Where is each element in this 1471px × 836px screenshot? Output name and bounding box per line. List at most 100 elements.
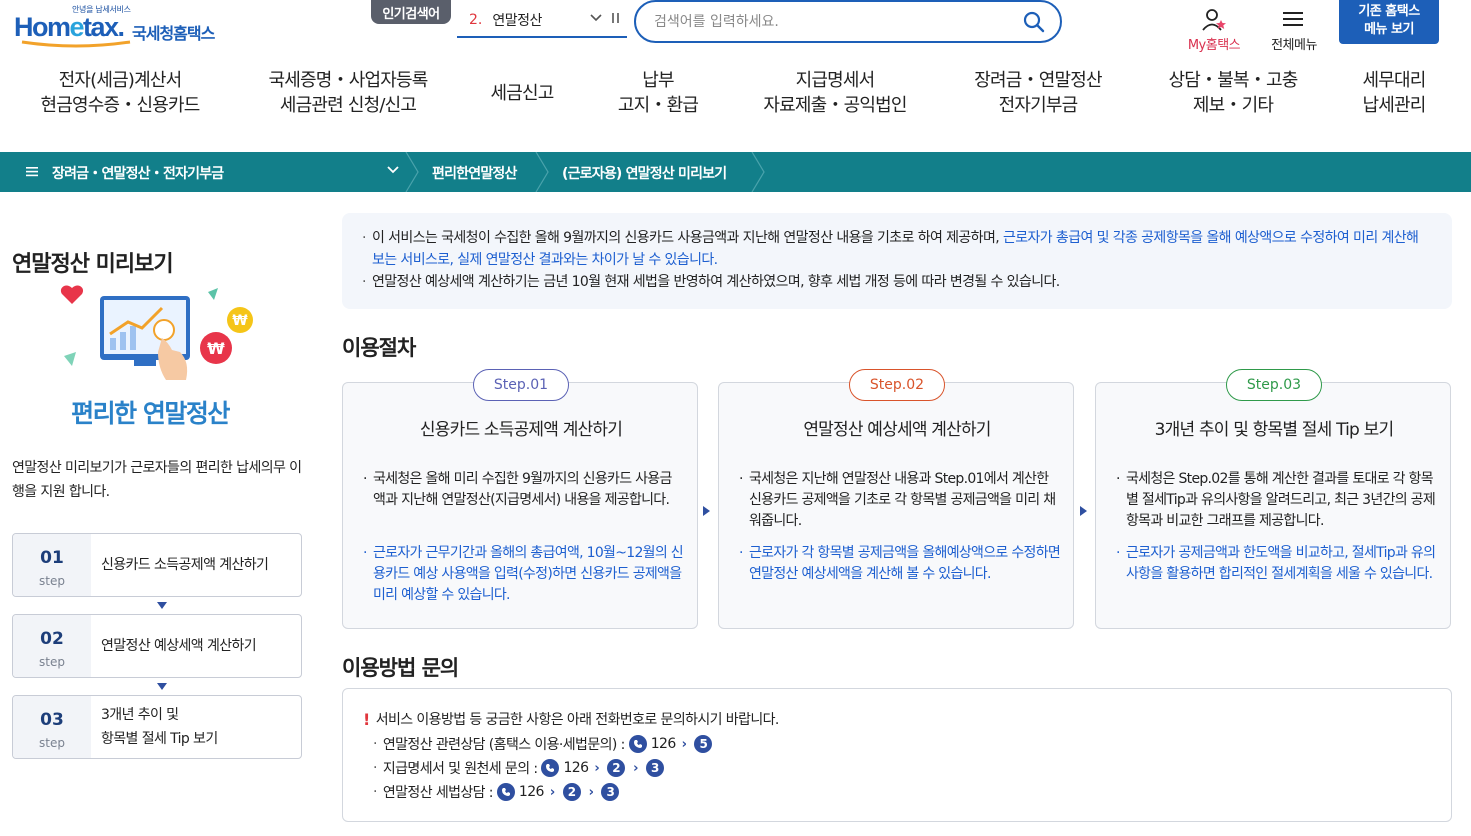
- process-card-note: 근로자가 근무기간과 올해의 총급여액, 10월~12월의 신용카드 예상 사용…: [363, 543, 685, 606]
- process-card-title: 신용카드 소득공제액 계산하기: [419, 420, 623, 440]
- chevron-down-icon[interactable]: [589, 10, 603, 28]
- gnb-item-tax-agent[interactable]: 세무대리 납세관리: [1346, 68, 1442, 118]
- breadcrumb-level3[interactable]: (근로자용) 연말정산 미리보기: [562, 163, 727, 183]
- process-card-desc: 국세청은 올해 미리 수집한 9월까지의 신용카드 사용금액과 지난해 연말정산…: [363, 469, 683, 511]
- contact-row: · 연말정산 관련상담 (홈택스 이용·세법문의) : 126 › 5: [373, 733, 714, 755]
- contact-head: ! 서비스 이용방법 등 궁금한 사항은 아래 전화번호로 문의하시기 바랍니다…: [363, 709, 779, 729]
- chevron-right-icon: ›: [633, 760, 638, 776]
- phone-number[interactable]: 126: [651, 736, 677, 752]
- gnb-item-statements[interactable]: 지급명세서 자료제출・공익법인: [750, 68, 920, 118]
- search-box: [634, 0, 1062, 43]
- process-card-desc: 국세청은 지난해 연말정산 내용과 Step.01에서 계산한 신용카드 공제액…: [739, 469, 1059, 532]
- notice-line-2: 연말정산 예상세액 계산하기는 금년 10월 현재 세법을 반영하여 계산하였으…: [362, 271, 1432, 293]
- pause-icon[interactable]: [611, 12, 621, 27]
- chevron-right-icon: ›: [549, 784, 555, 800]
- search-input[interactable]: [654, 10, 1014, 34]
- hero-caption: 편리한 연말정산: [71, 399, 230, 428]
- step-sub-label: step: [39, 736, 65, 750]
- step-number: 02: [40, 629, 64, 649]
- my-hometax-button[interactable]: My홈택스: [1182, 8, 1246, 53]
- legacy-menu-line1: 기존 홈택스: [1358, 4, 1420, 19]
- search-icon[interactable]: [1022, 10, 1046, 34]
- intro-text: 연말정산 미리보기가 근로자들의 편리한 납세의무 이행을 지원 합니다.: [12, 460, 302, 500]
- ars-step-number: 3: [645, 759, 664, 777]
- legacy-menu-line2: 메뉴 보기: [1364, 22, 1414, 37]
- hamburger-icon: [1283, 12, 1303, 26]
- popular-search-label: 인기검색어: [371, 0, 451, 24]
- arrow-down-icon: [157, 683, 167, 690]
- breadcrumb-separator-icon: [751, 152, 765, 192]
- logo-swoosh-icon: [21, 40, 131, 48]
- step-badge: Step.01: [473, 369, 569, 401]
- gnb-item-incentive[interactable]: 장려금・연말정산 전자기부금: [960, 68, 1116, 118]
- service-notice: 이 서비스는 국세청이 수집한 올해 9월까지의 신용카드 사용금액과 지난해 …: [342, 213, 1452, 309]
- chevron-down-icon[interactable]: [386, 162, 400, 180]
- ars-step-number: 5: [694, 735, 713, 753]
- process-card-note: 근로자가 각 항목별 공제금액을 올해예상액으로 수정하면 연말정산 예상세액을…: [739, 543, 1061, 585]
- my-hometax-label: My홈택스: [1187, 38, 1241, 53]
- contact-row: · 연말정산 세법상담 : 126 › 2 › 3: [373, 781, 621, 803]
- gnb-item-payment[interactable]: 납부 고지・환급: [598, 68, 718, 118]
- hometax-logo[interactable]: 안녕을 납세서비스 Hometax. 국세청홈택스: [14, 4, 234, 48]
- phone-icon: [541, 759, 560, 777]
- process-card-title: 연말정산 예상세액 계산하기: [803, 420, 991, 440]
- phone-number[interactable]: 126: [563, 760, 589, 776]
- process-card-01: Step.01 신용카드 소득공제액 계산하기 국세청은 올해 미리 수집한 9…: [342, 369, 698, 629]
- all-menu-label: 전체메뉴: [1271, 38, 1317, 53]
- step-badge: Step.03: [1226, 369, 1322, 401]
- ars-step-number: 2: [562, 783, 581, 801]
- notice-line-1: 이 서비스는 국세청이 수집한 올해 9월까지의 신용카드 사용금액과 지난해 …: [362, 227, 1432, 271]
- contact-label: 지급명세서 및 원천세 문의 :: [382, 761, 538, 777]
- chevron-right-icon: ›: [588, 784, 594, 800]
- process-card-desc: 국세청은 Step.02를 통해 계산한 결과를 토대로 각 항목별 절세Tip…: [1116, 469, 1436, 532]
- step-sub-label: step: [39, 574, 65, 588]
- chevron-right-icon: ›: [594, 760, 600, 776]
- menu-icon: [26, 165, 38, 181]
- step-title: 연말정산 예상세액 계산하기: [101, 638, 257, 654]
- step-badge: Step.02: [849, 369, 945, 401]
- step-number: 03: [40, 710, 64, 730]
- gnb-item-consult[interactable]: 상담・불복・고충 제보・기타: [1158, 68, 1308, 118]
- step-number-block: 01 step: [13, 534, 91, 596]
- user-icon: [1202, 9, 1226, 31]
- popular-keyword[interactable]: 연말정산: [492, 10, 542, 30]
- logo-korean-name: 국세청홈택스: [132, 24, 215, 43]
- step-link-02[interactable]: 02 step 연말정산 예상세액 계산하기: [12, 614, 302, 678]
- ars-step-number: 3: [601, 783, 620, 801]
- contact-label: 연말정산 관련상담 (홈택스 이용·세법문의) :: [382, 737, 625, 753]
- arrow-down-icon: [157, 602, 167, 609]
- process-card-03: Step.03 3개년 추이 및 항목별 절세 Tip 보기 국세청은 Step…: [1095, 369, 1451, 629]
- gnb-item-tax-filing[interactable]: 세금신고: [472, 81, 572, 106]
- breadcrumb: 장려금・연말정산・전자기부금 편리한연말정산 (근로자용) 연말정산 미리보기: [0, 152, 1471, 192]
- page-title: 연말정산 미리보기: [12, 252, 174, 277]
- global-nav: 전자(세금)계산서 현금영수증・신용카드 국세증명・사업자등록 세금관련 신청/신고…: [0, 68, 1471, 124]
- step-title: 3개년 추이 및 항목별 절세 Tip 보기: [101, 707, 218, 747]
- svg-text:₩: ₩: [232, 313, 248, 329]
- process-card-02: Step.02 연말정산 예상세액 계산하기 국세청은 지난해 연말정산 내용과…: [718, 369, 1074, 629]
- gnb-item-einvoice[interactable]: 전자(세금)계산서 현금영수증・신용카드: [30, 68, 210, 118]
- contact-box: ! 서비스 이용방법 등 궁금한 사항은 아래 전화번호로 문의하시기 바랍니다…: [342, 688, 1452, 822]
- all-menu-button[interactable]: 전체메뉴: [1264, 8, 1324, 53]
- hero-illustration: ₩ ₩: [60, 285, 253, 380]
- process-card-title: 3개년 추이 및 항목별 절세 Tip 보기: [1154, 420, 1395, 440]
- step-number-block: 03 step: [13, 696, 91, 758]
- gnb-item-certificate[interactable]: 국세증명・사업자등록 세금관련 신청/신고: [258, 68, 438, 118]
- arrow-right-icon: [703, 506, 710, 516]
- popular-search-ticker[interactable]: 2. 연말정산: [457, 4, 627, 38]
- logo-wordmark: Hometax.: [14, 12, 125, 42]
- process-section-title: 이용절차: [342, 336, 416, 360]
- step-sub-label: step: [39, 655, 65, 669]
- phone-number[interactable]: 126: [519, 784, 545, 800]
- breadcrumb-level2[interactable]: 편리한연말정산: [432, 163, 517, 183]
- contact-section-title: 이용방법 문의: [342, 656, 459, 680]
- step-link-01[interactable]: 01 step 신용카드 소득공제액 계산하기: [12, 533, 302, 597]
- exclamation-icon: !: [363, 709, 370, 729]
- contact-head-text: 서비스 이용방법 등 궁금한 사항은 아래 전화번호로 문의하시기 바랍니다.: [375, 712, 780, 728]
- breadcrumb-root[interactable]: 장려금・연말정산・전자기부금: [26, 163, 224, 183]
- step-link-03[interactable]: 03 step 3개년 추이 및 항목별 절세 Tip 보기: [12, 695, 302, 759]
- contact-label: 연말정산 세법상담 :: [382, 785, 494, 801]
- step-title: 신용카드 소득공제액 계산하기: [101, 557, 269, 573]
- legacy-menu-button[interactable]: 기존 홈택스 메뉴 보기: [1339, 0, 1439, 44]
- step-number: 01: [40, 548, 64, 568]
- process-card-note: 근로자가 공제금액과 한도액을 비교하고, 절세Tip과 유의사항을 활용하면 …: [1116, 543, 1438, 585]
